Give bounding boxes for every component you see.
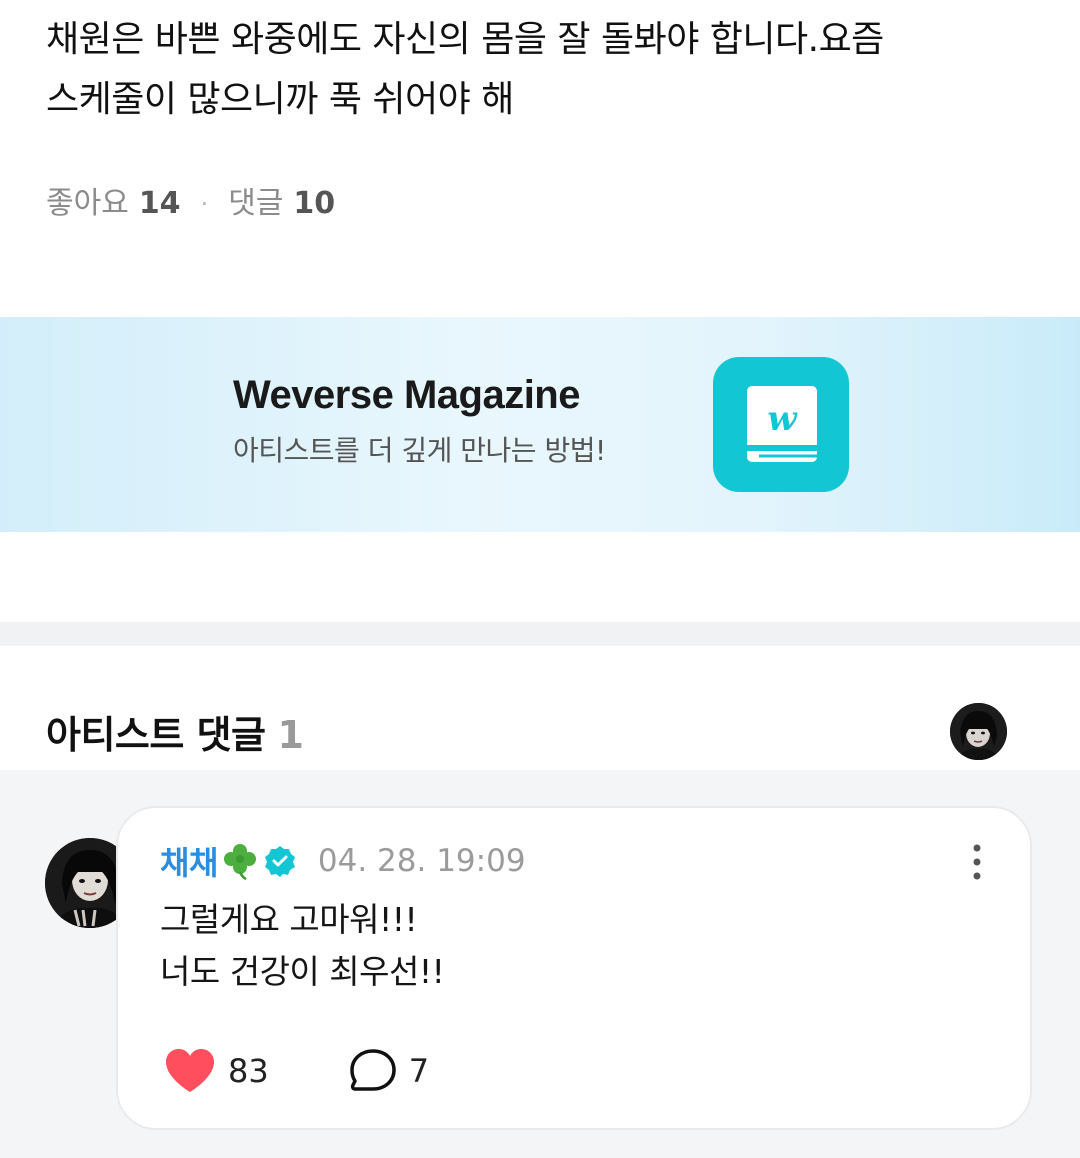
post-text-line: 스케줄이 많으니까 푹 쉬어야 해 bbox=[46, 79, 514, 120]
more-options-icon[interactable] bbox=[962, 842, 992, 882]
reply-button[interactable]: 7 bbox=[349, 1048, 429, 1094]
reply-count: 7 bbox=[408, 1052, 430, 1090]
post-comments[interactable]: 댓글 10 bbox=[228, 182, 335, 226]
comment-text-line: 그럴게요 고마워!!! bbox=[160, 900, 418, 939]
avatar-image bbox=[950, 703, 1007, 760]
post-text-line: 채원은 바쁜 와중에도 자신의 몸을 잘 돌봐야 합니다.요즘 bbox=[46, 19, 884, 60]
magazine-app-icon: w bbox=[713, 357, 849, 492]
artist-comment-card: 채채 04. 28. 19:09 그럴게요 고마워!!! 너도 건강이 최우선!… bbox=[116, 806, 1032, 1130]
weverse-magazine-banner[interactable]: Weverse Magazine 아티스트를 더 깊게 만나는 방법! w bbox=[0, 317, 1080, 532]
comment-author-name[interactable]: 채채 bbox=[160, 838, 218, 884]
separator-dot: · bbox=[200, 190, 209, 218]
comment-text-line: 너도 건강이 최우선!! bbox=[160, 952, 445, 991]
svg-text:w: w bbox=[767, 399, 798, 439]
artist-comments-count: 1 bbox=[277, 713, 304, 757]
book-icon: w bbox=[747, 386, 817, 462]
post-body: 채원은 바쁜 와중에도 자신의 몸을 잘 돌봐야 합니다.요즘 스케줄이 많으니… bbox=[46, 10, 1046, 130]
post-likes[interactable]: 좋아요 14 bbox=[46, 182, 181, 226]
verified-badge-icon bbox=[264, 845, 296, 877]
artist-comments-heading: 아티스트 댓글 1 bbox=[46, 704, 304, 759]
likes-count: 14 bbox=[138, 186, 181, 221]
like-count: 83 bbox=[228, 1052, 269, 1090]
banner-title: Weverse Magazine bbox=[233, 373, 580, 417]
comments-label: 댓글 bbox=[228, 186, 284, 221]
speech-bubble-icon bbox=[349, 1049, 396, 1091]
artist-comments-title: 아티스트 댓글 bbox=[46, 713, 266, 757]
section-divider bbox=[0, 622, 1080, 646]
heart-icon bbox=[166, 1049, 214, 1092]
banner-subtitle: 아티스트를 더 깊게 만나는 방법! bbox=[233, 434, 606, 467]
comment-header: 채채 04. 28. 19:09 bbox=[160, 838, 526, 884]
clover-icon bbox=[222, 842, 258, 880]
comment-text: 그럴게요 고마워!!! 너도 건강이 최우선!! bbox=[160, 894, 445, 998]
post-stats: 좋아요 14 · 댓글 10 bbox=[46, 182, 335, 226]
comments-count: 10 bbox=[293, 186, 336, 221]
likes-label: 좋아요 bbox=[46, 186, 129, 221]
like-button[interactable]: 83 bbox=[164, 1048, 269, 1094]
artist-avatar[interactable] bbox=[950, 703, 1007, 760]
comment-timestamp: 04. 28. 19:09 bbox=[317, 843, 526, 879]
comment-actions: 83 7 bbox=[164, 1048, 429, 1094]
